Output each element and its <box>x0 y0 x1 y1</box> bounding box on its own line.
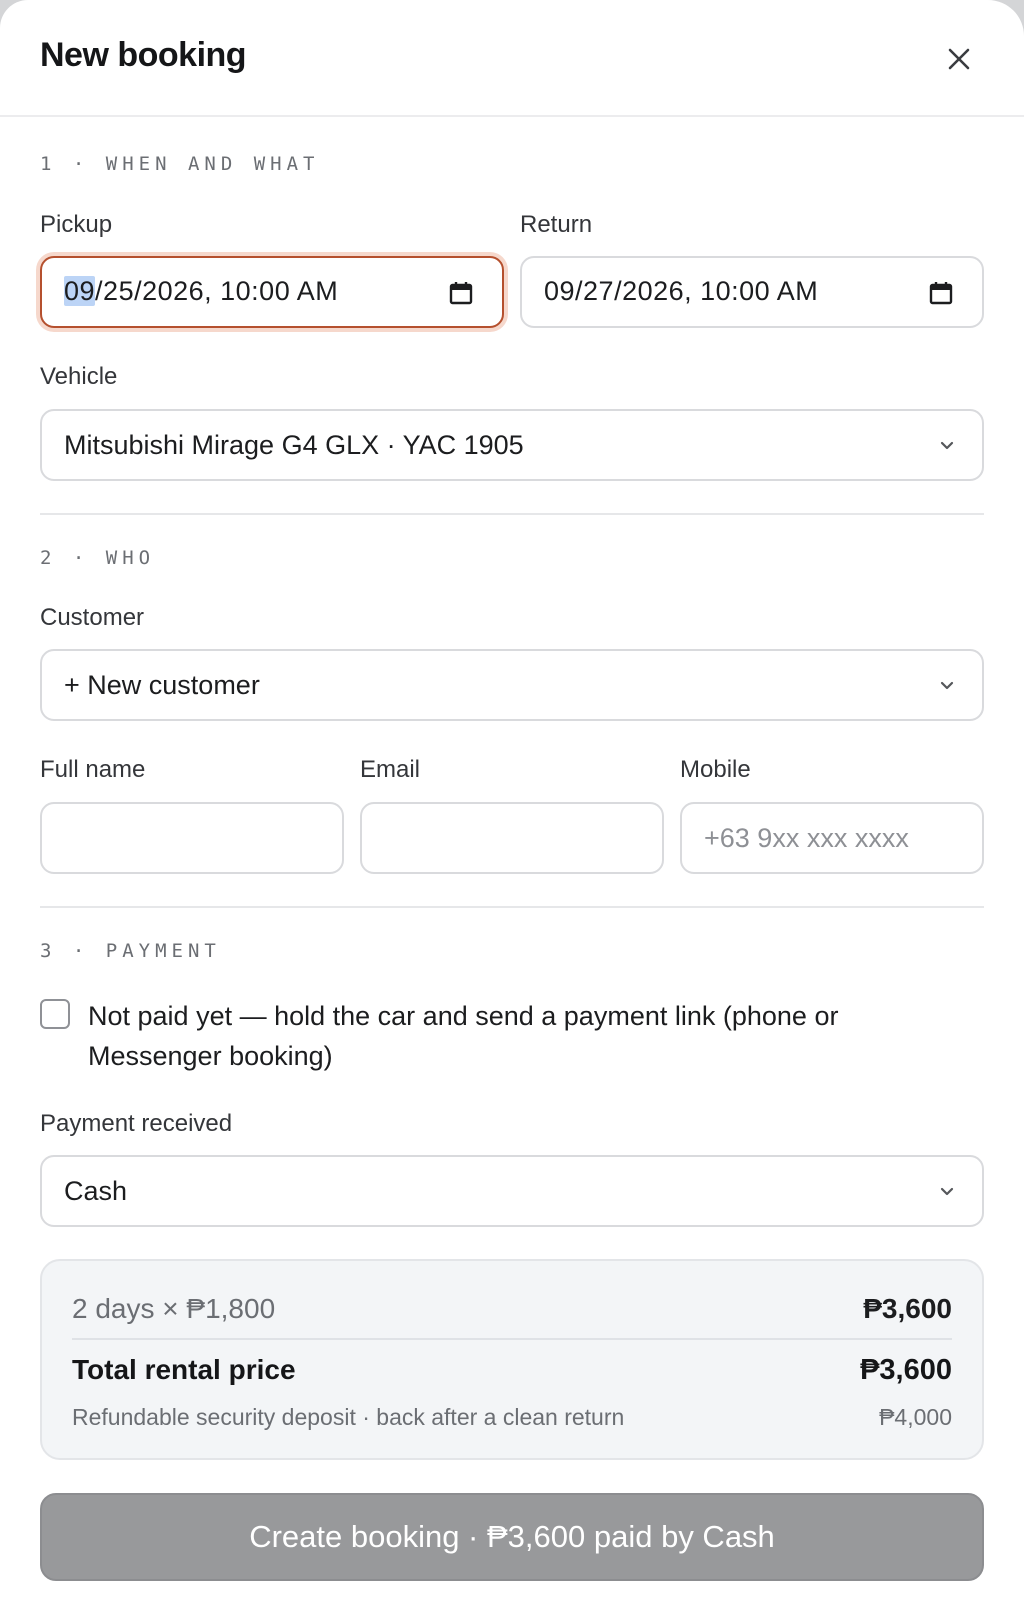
customer-selected-value: + New customer <box>64 670 260 700</box>
rate-calculation-value: ₱3,600 <box>863 1293 952 1324</box>
rate-calculation-label: 2 days × ₱1,800 <box>72 1293 276 1324</box>
return-datetime-input[interactable]: 09/27/2026, 10:00 AM <box>520 256 984 328</box>
pickup-month-segment[interactable]: 09 <box>64 276 96 306</box>
email-field[interactable] <box>360 802 664 874</box>
pickup-datetime-input[interactable]: 09/25/2026, 10:00 AM <box>40 256 504 328</box>
deposit-row: Refundable security deposit · back after… <box>72 1404 952 1436</box>
return-label: Return <box>520 211 593 238</box>
vehicle-label: Vehicle <box>40 363 118 390</box>
mobile-label: Mobile <box>680 756 751 783</box>
vehicle-select[interactable]: Mitsubishi Mirage G4 GLX · YAC 1905 <box>40 409 984 481</box>
section-divider <box>40 513 984 515</box>
section-divider <box>40 906 984 908</box>
customer-select[interactable]: + New customer <box>40 649 984 721</box>
total-label: Total rental price <box>72 1354 296 1385</box>
not-paid-checkbox[interactable] <box>40 999 70 1029</box>
section-label-when-and-what: 1 · WHEN AND WHAT <box>40 153 320 175</box>
summary-divider <box>72 1338 952 1340</box>
payment-received-label: Payment received <box>40 1110 233 1137</box>
rate-calculation-row: 2 days × ₱1,800 ₱3,600 <box>72 1293 952 1333</box>
full-name-label: Full name <box>40 756 146 783</box>
mobile-placeholder: +63 9xx xxx xxxx <box>704 823 909 853</box>
payment-method-select[interactable]: Cash <box>40 1155 984 1227</box>
total-row: Total rental price ₱3,600 <box>72 1354 952 1394</box>
section-label-payment: 3 · PAYMENT <box>40 940 221 962</box>
customer-label: Customer <box>40 604 145 631</box>
pickup-date-rest: /25/2026, 10:00 AM <box>95 276 339 306</box>
email-label: Email <box>360 756 421 783</box>
modal-header: New booking <box>0 0 1024 117</box>
chevron-down-icon <box>940 441 954 450</box>
chevron-down-icon <box>940 681 954 690</box>
create-booking-button[interactable]: Create booking · ₱3,600 paid by Cash <box>40 1493 984 1581</box>
new-booking-modal: New booking 1 · WHEN AND WHAT Pickup 09/… <box>0 0 1024 1622</box>
price-summary: 2 days × ₱1,800 ₱3,600 Total rental pric… <box>40 1259 984 1460</box>
section-label-who: 2 · WHO <box>40 547 156 569</box>
pickup-datetime-value: 09/25/2026, 10:00 AM <box>64 276 338 307</box>
calendar-icon[interactable] <box>448 280 474 306</box>
calendar-icon[interactable] <box>928 280 954 306</box>
payment-method-value: Cash <box>64 1176 128 1206</box>
deposit-value: ₱4,000 <box>879 1404 952 1430</box>
total-value: ₱3,600 <box>860 1354 952 1386</box>
modal-title: New booking <box>40 36 247 74</box>
full-name-field[interactable] <box>40 802 344 874</box>
close-button[interactable] <box>940 40 980 80</box>
return-datetime-value: 09/27/2026, 10:00 AM <box>544 276 819 306</box>
deposit-label: Refundable security deposit · back after… <box>72 1404 625 1430</box>
pickup-label: Pickup <box>40 211 113 238</box>
mobile-field[interactable]: +63 9xx xxx xxxx <box>680 802 984 874</box>
not-paid-label[interactable]: Not paid yet — hold the car and send a p… <box>88 996 948 1076</box>
vehicle-selected-value: Mitsubishi Mirage G4 GLX · YAC 1905 <box>64 430 524 460</box>
chevron-down-icon <box>940 1187 954 1196</box>
close-icon <box>948 48 970 70</box>
